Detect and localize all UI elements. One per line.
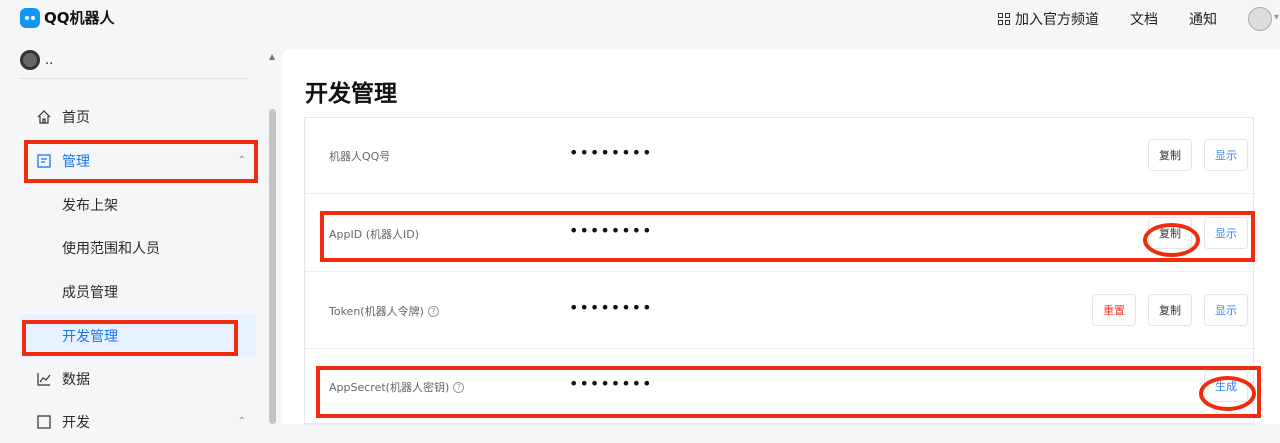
sidebar-item-members[interactable]: 成员管理 <box>20 270 256 313</box>
sidebar-item-label: 数据 <box>62 371 90 388</box>
sidebar-item-label: 首页 <box>62 109 90 126</box>
generate-button[interactable]: 生成 <box>1204 370 1248 402</box>
manage-icon <box>36 153 52 169</box>
bot-selector[interactable]: .. <box>20 50 53 70</box>
sidebar-item-manage[interactable]: 管理 ⌃ <box>20 139 256 182</box>
bot-avatar <box>20 50 40 70</box>
copy-button[interactable]: 复制 <box>1148 139 1192 171</box>
row-label: 机器人QQ号 <box>329 150 391 163</box>
help-icon[interactable]: ? <box>453 381 465 393</box>
app-logo[interactable]: QQ机器人 <box>20 7 115 28</box>
sidebar-item-scope[interactable]: 使用范围和人员 <box>20 226 256 269</box>
chart-icon <box>36 371 52 387</box>
sidebar-item-home[interactable]: 首页 <box>20 95 256 138</box>
home-icon <box>36 109 52 125</box>
row-label: Token(机器人令牌) ? <box>329 303 439 319</box>
sidebar-divider <box>19 78 248 79</box>
sidebar-item-label: 发布上架 <box>62 197 118 214</box>
show-button[interactable]: 显示 <box>1204 294 1248 326</box>
sidebar-item-publish[interactable]: 发布上架 <box>20 183 256 226</box>
sidebar-item-label: 成员管理 <box>62 284 118 301</box>
appid-row: AppID (机器人ID) •••••••• 复制 显示 <box>305 196 1255 272</box>
sidebar-item-dev-management[interactable]: 开发管理 <box>20 314 256 357</box>
token-row: Token(机器人令牌) ? •••••••• 重置 复制 显示 <box>305 273 1255 349</box>
show-button[interactable]: 显示 <box>1204 139 1248 171</box>
user-avatar[interactable] <box>1248 7 1279 31</box>
main-content: 开发管理 机器人QQ号 •••••••• 复制 显示 AppID (机器人ID)… <box>282 49 1280 425</box>
page-title: 开发管理 <box>305 81 397 107</box>
robot-icon <box>20 7 40 28</box>
sidebar-item-data[interactable]: 数据 <box>20 357 256 400</box>
credentials-card: 机器人QQ号 •••••••• 复制 显示 AppID (机器人ID) ••••… <box>304 117 1255 425</box>
row-label: AppSecret(机器人密钥) ? <box>329 379 465 395</box>
row-label-text: AppSecret(机器人密钥) <box>329 381 450 394</box>
copy-button[interactable]: 复制 <box>1148 294 1192 326</box>
top-bar: QQ机器人 加入官方频道 文档 通知 <box>0 0 1280 38</box>
masked-value: •••••••• <box>569 374 653 393</box>
reset-button[interactable]: 重置 <box>1092 294 1136 326</box>
appsecret-row: AppSecret(机器人密钥) ? •••••••• 生成 <box>305 349 1255 425</box>
notifications-link[interactable]: 通知 <box>1189 9 1217 29</box>
sidebar-scrollbar[interactable]: ▲ <box>269 52 277 424</box>
scroll-up-icon[interactable]: ▲ <box>269 52 275 61</box>
sidebar-item-develop[interactable]: 开发 ⌃ <box>20 400 256 443</box>
docs-link[interactable]: 文档 <box>1130 9 1158 29</box>
sidebar-item-label: 使用范围和人员 <box>62 240 160 257</box>
masked-value: •••••••• <box>569 143 653 162</box>
top-links: 加入官方频道 文档 通知 <box>998 0 1280 38</box>
join-channel-link[interactable]: 加入官方频道 <box>998 9 1099 29</box>
sidebar: .. 首页 管理 ⌃ 发布上架 使用范围和人员 成员管理 开发管理 数据 开发 <box>0 38 278 431</box>
grid-icon <box>998 13 1010 25</box>
sidebar-item-label: 管理 <box>62 153 90 170</box>
scroll-thumb[interactable] <box>269 109 276 424</box>
logo-text: QQ机器人 <box>44 9 115 27</box>
masked-value: •••••••• <box>569 298 653 317</box>
row-label-text: Token(机器人令牌) <box>329 305 424 318</box>
row-label: AppID (机器人ID) <box>329 228 419 241</box>
bot-name: .. <box>45 52 54 68</box>
masked-value: •••••••• <box>569 221 653 240</box>
bot-qq-row: 机器人QQ号 •••••••• 复制 显示 <box>305 118 1255 194</box>
sidebar-item-label: 开发管理 <box>62 328 118 345</box>
help-icon[interactable]: ? <box>427 305 439 317</box>
show-button[interactable]: 显示 <box>1204 217 1248 249</box>
sidebar-item-label: 开发 <box>62 414 90 431</box>
chevron-up-icon: ⌃ <box>237 155 246 166</box>
join-channel-label: 加入官方频道 <box>1015 12 1099 28</box>
copy-button[interactable]: 复制 <box>1148 217 1192 249</box>
develop-icon <box>36 414 52 430</box>
chevron-up-icon: ⌃ <box>237 416 246 427</box>
